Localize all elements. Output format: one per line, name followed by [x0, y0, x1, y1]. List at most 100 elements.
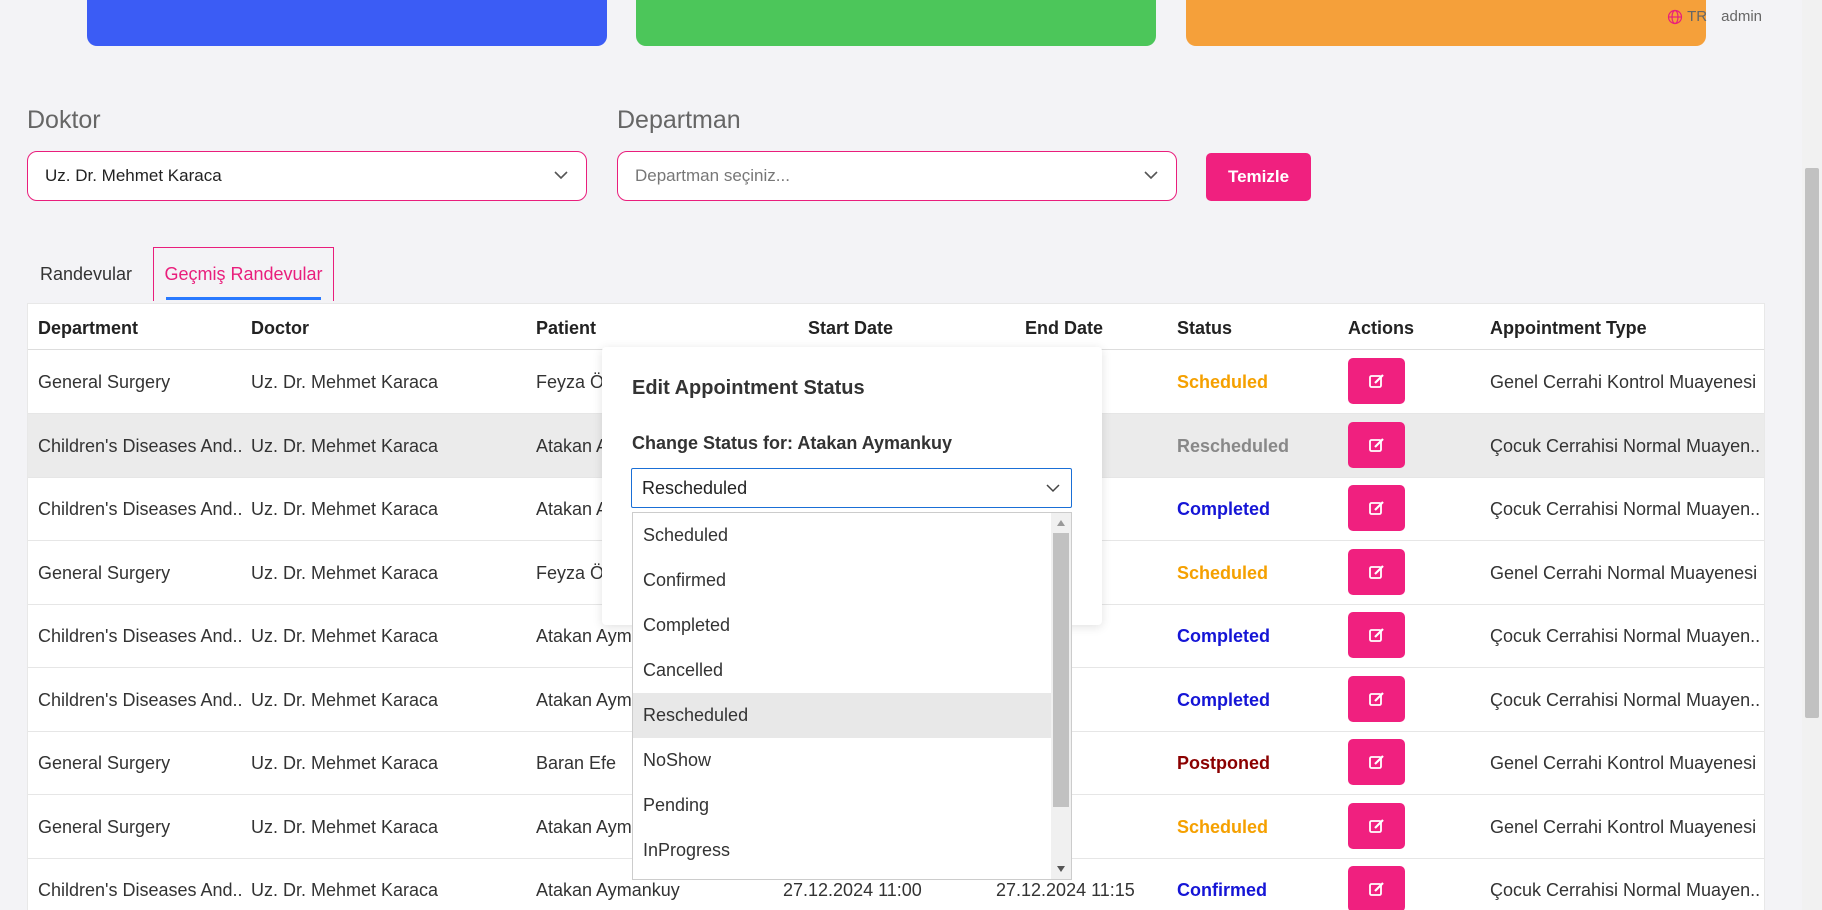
chevron-down-icon — [554, 171, 568, 180]
col-end-date[interactable]: End Date — [1025, 318, 1103, 339]
modal-subtitle: Change Status for: Atakan Aymankuy — [632, 433, 953, 453]
cell-doctor: Uz. Dr. Mehmet Karaca — [251, 816, 439, 837]
edit-button[interactable] — [1348, 421, 1405, 468]
cell-patient: Atakan A — [536, 435, 609, 456]
status-option[interactable]: Scheduled — [633, 513, 1051, 558]
col-status[interactable]: Status — [1177, 318, 1232, 339]
cell-status: Confirmed — [1177, 880, 1267, 900]
modal-title: Edit Appointment Status — [632, 377, 865, 399]
edit-button[interactable] — [1348, 866, 1405, 910]
page-scrollbar-thumb[interactable] — [1805, 168, 1819, 718]
language-label: TR — [1687, 8, 1708, 25]
cell-doctor: Uz. Dr. Mehmet Karaca — [251, 880, 439, 900]
stat-card-blue — [87, 0, 607, 46]
status-select[interactable]: Rescheduled — [631, 468, 1072, 508]
cell-status: Scheduled — [1177, 562, 1269, 583]
cell-doctor: Uz. Dr. Mehmet Karaca — [251, 626, 439, 646]
cell-appointment-type: Çocuk Cerrahisi Normal Muayen... — [1490, 626, 1760, 646]
status-option[interactable]: Rescheduled — [633, 693, 1051, 738]
edit-icon — [1368, 818, 1384, 833]
edit-button[interactable] — [1348, 802, 1405, 849]
chevron-down-icon — [1046, 484, 1060, 493]
cell-department: General Surgery — [38, 562, 171, 583]
col-start-date[interactable]: Start Date — [808, 318, 893, 339]
status-option[interactable]: Completed — [633, 603, 1051, 648]
cell-department: Children's Diseases And... — [38, 435, 243, 456]
top-bar: TR admin — [0, 0, 1822, 46]
edit-button[interactable] — [1348, 675, 1405, 722]
cell-status: Completed — [1177, 499, 1271, 519]
cell-patient: Atakan A — [536, 499, 609, 519]
cell-doctor: Uz. Dr. Mehmet Karaca — [251, 499, 439, 519]
cell-department: Children's Diseases And... — [38, 626, 243, 646]
doctor-label: Doktor — [27, 106, 101, 134]
scroll-down-icon[interactable] — [1057, 865, 1065, 873]
status-option[interactable]: Cancelled — [633, 648, 1051, 693]
cell-start-date: 27.12.2024 11:00 — [783, 880, 922, 900]
cell-status: Postponed — [1177, 753, 1270, 773]
doctor-select[interactable]: Uz. Dr. Mehmet Karaca — [27, 151, 587, 201]
status-options-list: Scheduled Confirmed Completed Cancelled Resc… — [632, 512, 1072, 880]
col-patient[interactable]: Patient — [536, 318, 596, 339]
tab-past-appointments[interactable]: Geçmiş Randevular — [153, 247, 334, 301]
status-option[interactable]: Pending — [633, 783, 1051, 828]
cell-department: General Surgery — [38, 372, 171, 392]
stat-card-orange — [1186, 0, 1706, 46]
cell-end-date: 27.12.2024 11:15 — [996, 880, 1135, 900]
edit-icon — [1368, 691, 1384, 706]
user-name[interactable]: admin — [1721, 8, 1762, 25]
col-actions: Actions — [1348, 318, 1415, 338]
edit-button[interactable] — [1348, 739, 1405, 785]
page-scrollbar[interactable] — [1802, 0, 1822, 910]
cell-patient: Atakan Ayma — [536, 816, 642, 837]
status-select-value: Rescheduled — [642, 477, 748, 498]
cell-appointment-type: Genel Cerrahi Kontrol Muayenesi — [1490, 372, 1757, 392]
cell-doctor: Uz. Dr. Mehmet Karaca — [251, 689, 439, 710]
edit-button[interactable] — [1348, 485, 1405, 531]
chevron-down-icon — [1144, 171, 1158, 180]
cell-appointment-type: Çocuk Cerrahisi Normal Muayen... — [1490, 499, 1760, 519]
col-appointment-type[interactable]: Appointment Type — [1490, 318, 1647, 339]
cell-appointment-type: Çocuk Cerrahisi Normal Muayen... — [1490, 435, 1760, 456]
col-department[interactable]: Department — [38, 318, 138, 339]
status-option[interactable]: Confirmed — [633, 558, 1051, 603]
cell-appointment-type: Çocuk Cerrahisi Normal Muayen... — [1490, 880, 1760, 900]
cell-department: Children's Diseases And... — [38, 880, 243, 900]
clear-button[interactable]: Temizle — [1206, 153, 1311, 201]
col-doctor[interactable]: Doctor — [251, 318, 309, 339]
edit-icon — [1368, 882, 1384, 896]
edit-button[interactable] — [1348, 612, 1405, 658]
cell-patient: Atakan Aymankuy — [536, 880, 680, 900]
edit-icon — [1368, 501, 1384, 515]
scroll-up-icon[interactable] — [1057, 519, 1065, 527]
edit-button[interactable] — [1348, 548, 1405, 595]
edit-icon — [1368, 628, 1384, 642]
cell-department: General Surgery — [38, 816, 171, 837]
cell-patient: Atakan Ayma — [536, 626, 642, 646]
edit-icon — [1368, 374, 1384, 388]
cell-patient: Atakan Ayma — [536, 689, 642, 710]
active-tab-indicator — [166, 297, 321, 300]
language-switch[interactable]: TR — [1667, 8, 1707, 25]
edit-button[interactable] — [1348, 358, 1405, 404]
status-option[interactable]: NoShow — [633, 738, 1051, 783]
cell-status: Scheduled — [1177, 816, 1269, 837]
status-option[interactable]: InProgress — [633, 828, 1051, 873]
globe-icon — [1668, 9, 1683, 24]
cell-status: Scheduled — [1177, 372, 1269, 392]
cell-department: General Surgery — [38, 753, 171, 773]
cell-status: Completed — [1177, 626, 1271, 646]
tab-past-appointments-label: Geçmiş Randevular — [164, 264, 323, 284]
edit-icon — [1368, 564, 1384, 579]
dropdown-scrollbar[interactable] — [1051, 513, 1071, 879]
dropdown-scrollbar-thumb[interactable] — [1053, 533, 1069, 807]
cell-appointment-type: Çocuk Cerrahisi Normal Muayen... — [1490, 689, 1760, 710]
edit-icon — [1368, 437, 1384, 452]
department-label: Departman — [617, 106, 741, 134]
cell-doctor: Uz. Dr. Mehmet Karaca — [251, 562, 439, 583]
edit-icon — [1368, 755, 1384, 769]
cell-patient: Baran Efe — [536, 753, 617, 773]
department-select[interactable]: Departman seçiniz... — [617, 151, 1177, 201]
tab-appointments[interactable]: Randevular — [28, 247, 144, 301]
cell-appointment-type: Genel Cerrahi Kontrol Muayenesi — [1490, 753, 1757, 773]
